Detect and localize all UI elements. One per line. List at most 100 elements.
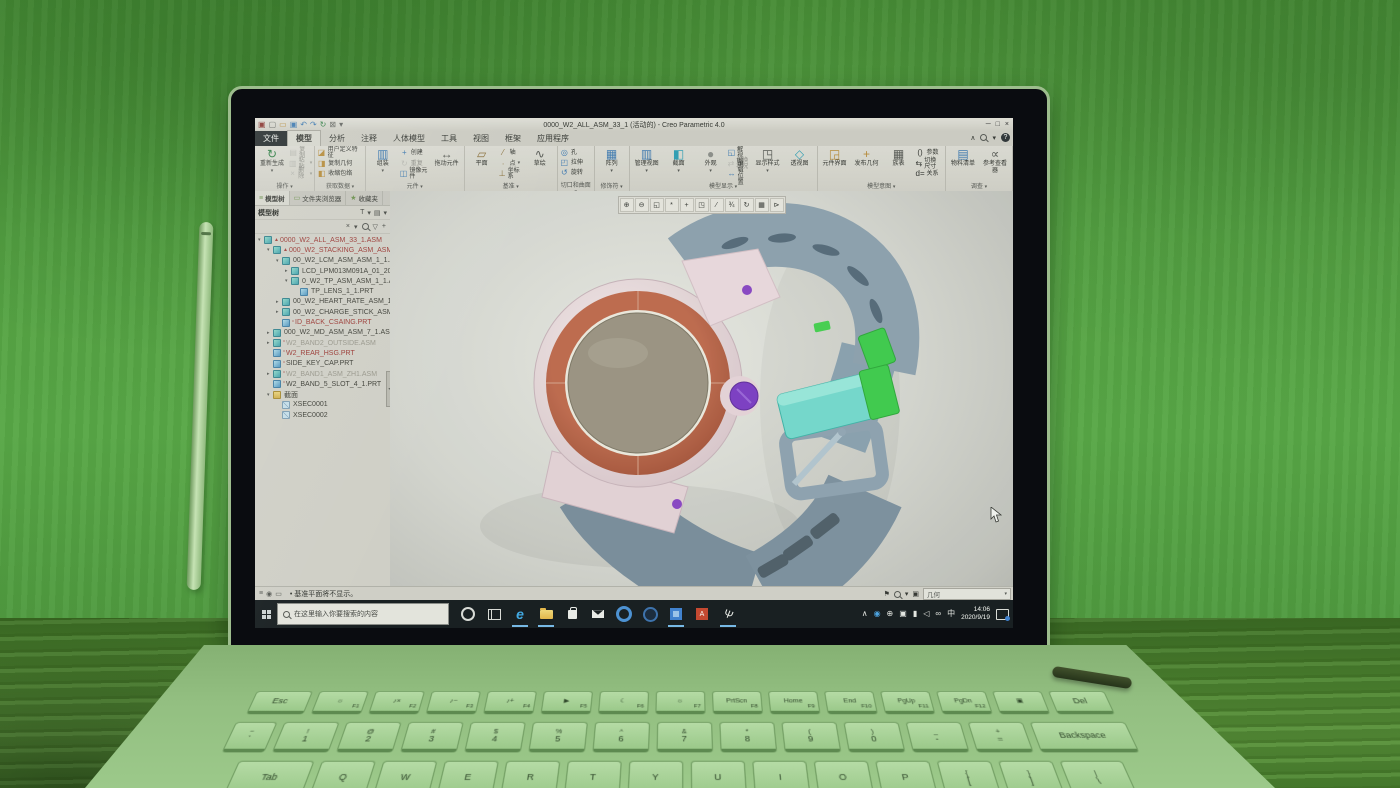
browser-blue-icon[interactable] <box>611 600 637 628</box>
annotation-display-icon[interactable]: ¾ <box>725 198 739 212</box>
ribbon-small-button[interactable]: d= 关系 <box>916 169 944 179</box>
graphics-viewport[interactable]: ⊕⊖◱*+◳⁄¾↻▦⊳ <box>390 191 1013 586</box>
ime-icon[interactable]: 中 <box>947 610 955 618</box>
command-search-icon[interactable] <box>980 134 987 141</box>
ribbon-small-button[interactable]: ◪ 用户定义特征 <box>317 148 363 158</box>
tree-row[interactable]: ▾ 00_W2_LCM_ASM_ASM_1_1.ASM <box>255 256 390 266</box>
file-explorer-icon[interactable] <box>533 600 559 628</box>
ribbon-small-button[interactable]: ▥ 粘贴 ▾ <box>289 159 312 169</box>
ribbon-small-button[interactable]: ◱ 分解视图 <box>728 148 751 158</box>
tree-row[interactable]: ▾ 截面 <box>255 389 390 399</box>
collapse-ribbon-icon[interactable]: ∧ <box>970 134 975 142</box>
ribbon-big-button[interactable]: ● 外观 ▾ <box>696 147 726 180</box>
restore-icon[interactable]: □ <box>996 121 1000 128</box>
ribbon-tab[interactable]: 框架 <box>497 131 529 146</box>
volume-icon[interactable]: ◁ <box>923 610 929 618</box>
ribbon-small-button[interactable]: ⊥ 坐标系 <box>499 169 523 179</box>
task-view-icon[interactable] <box>481 600 507 628</box>
ribbon-tab[interactable]: 视图 <box>465 131 497 146</box>
ribbon-small-button[interactable]: × 删除 ▾ <box>289 169 312 179</box>
tree-row[interactable]: ▸ LCD_LPM013M091A_01_201505 <box>255 266 390 276</box>
notification-center-icon[interactable] <box>996 609 1009 620</box>
expand-tree-icon[interactable]: + <box>382 223 386 230</box>
ribbon-small-button[interactable]: ◰ 拉伸 <box>560 158 585 168</box>
tree-options-icon[interactable]: T <box>360 209 364 216</box>
ribbon-big-button[interactable]: ▥ 管理视图 ▾ <box>632 147 662 180</box>
ribbon-group-label[interactable]: 获取数据 ▾ <box>317 180 363 191</box>
find-icon[interactable] <box>362 223 369 230</box>
dropdown-icon[interactable]: ▾ <box>354 223 358 231</box>
ribbon-tab[interactable]: 工具 <box>433 131 465 146</box>
console-toggle-icon[interactable]: ▭ <box>275 590 282 598</box>
browser-toggle-icon[interactable]: ◉ <box>266 590 272 598</box>
dropdown-icon[interactable]: ▾ <box>367 209 371 217</box>
tree-row[interactable]: TP_LENS_1_1.PRT <box>255 286 390 296</box>
store-icon[interactable] <box>559 600 585 628</box>
tree-row[interactable]: XSEC0002 <box>255 410 390 420</box>
ribbon-small-button[interactable]: ↔ 编辑位置 <box>728 169 751 179</box>
ribbon-big-button[interactable]: ◇ 透视图 <box>785 147 815 180</box>
dropdown-icon[interactable]: ▾ <box>905 590 909 598</box>
dropdown-icon[interactable]: ▾ <box>383 209 387 217</box>
clear-search-icon[interactable]: × <box>346 223 350 230</box>
ribbon-big-button[interactable]: ▦ 阵列 ▾ <box>597 147 627 180</box>
photos-app-icon[interactable] <box>663 600 689 628</box>
tree-row[interactable]: ▾ 0_W2_TP_ASM_ASM_1_1.ASM <box>255 276 390 286</box>
find-icon[interactable] <box>894 591 901 598</box>
tree-row[interactable]: ° SIDE_KEY_CAP.PRT <box>255 359 390 369</box>
tray-chevron-icon[interactable]: ∧ <box>862 610 868 618</box>
tree-row[interactable]: ° W2_REAR_HSG.PRT <box>255 348 390 358</box>
mail-icon[interactable] <box>585 600 611 628</box>
saved-orientations-icon[interactable]: ↻ <box>740 198 754 212</box>
browser-dark-icon[interactable] <box>637 600 663 628</box>
ribbon-big-button[interactable]: + 发布几何 <box>852 147 882 180</box>
ribbon-group-label[interactable]: 调查 ▾ <box>948 180 1010 191</box>
ribbon-small-button[interactable]: ◎ 孔 <box>560 148 585 158</box>
tree-row[interactable]: ° ID_BACK_CSAING.PRT <box>255 317 390 327</box>
ribbon-tab[interactable]: 文件 <box>255 131 287 146</box>
ribbon-small-button[interactable]: ⇆ 切换尺寸 <box>916 159 944 169</box>
tree-row[interactable]: ▾ ▲ 0000_W2_ALL_ASM_33_1.ASM <box>255 235 390 245</box>
tree-row[interactable]: ▸ 000_W2_MD_ASM_ASM_7_1.ASM <box>255 328 390 338</box>
spin-center-icon[interactable]: + <box>680 198 694 212</box>
ribbon-small-button[interactable]: + 创建 <box>400 148 430 158</box>
dropdown-icon[interactable]: ▾ <box>992 134 996 142</box>
ribbon-tab[interactable]: 注释 <box>353 131 385 146</box>
ribbon-big-button[interactable]: ◲ 元件界面 <box>820 147 850 180</box>
ribbon-group-label[interactable]: 元件 ▾ <box>368 180 462 191</box>
tree-row[interactable]: ° W2_BAND_5_SLOT_4_1.PRT <box>255 379 390 389</box>
ribbon-small-button[interactable]: ◧ 收缩包络 <box>317 169 363 179</box>
adobe-app-icon[interactable]: A <box>689 600 715 628</box>
taskbar-clock[interactable]: 14:06 2020/9/19 <box>961 606 990 622</box>
link-icon[interactable]: ∞ <box>935 610 941 618</box>
cortana-icon[interactable] <box>455 600 481 628</box>
ribbon-small-button[interactable]: ▤ 复制 <box>289 148 312 158</box>
ribbon-small-button[interactable]: ∙ 点 ▾ <box>499 159 523 169</box>
flag-icon[interactable]: ⚑ <box>884 590 890 598</box>
selection-filter[interactable]: 几何 ▾ <box>923 588 1011 600</box>
zoom-out-icon[interactable]: ⊖ <box>635 198 649 212</box>
network-icon[interactable]: ⊕ <box>887 610 894 618</box>
ribbon-big-button[interactable]: ◳ 显示样式 ▾ <box>753 147 783 180</box>
creo-app-icon[interactable]: Ψ <box>715 600 741 628</box>
tree-row[interactable]: ▸ ° W2_BAND2_OUTSIDE.ASM <box>255 338 390 348</box>
minimize-icon[interactable]: ─ <box>986 121 991 128</box>
ribbon-big-button[interactable]: ↻ 重新生成 ▾ <box>257 147 287 180</box>
navigator-tab[interactable]: ★ 收藏夹 <box>346 191 383 205</box>
tree-row[interactable]: XSEC0001 <box>255 400 390 410</box>
ribbon-group-label[interactable]: 基准 ▾ <box>467 180 555 191</box>
ribbon-small-button[interactable]: () 参数 <box>916 148 944 158</box>
ribbon-small-button[interactable]: ◫ 镜像元件 <box>400 169 430 179</box>
repaint-icon[interactable]: * <box>665 198 679 212</box>
close-icon[interactable]: × <box>1005 121 1009 128</box>
ribbon-tab[interactable]: 模型 <box>287 130 321 146</box>
tree-row[interactable]: ▾ ▲ 000_W2_STACKING_ASM_ASM_8_1.A <box>255 245 390 255</box>
ribbon-small-button[interactable]: ↻ 重复 <box>400 159 430 169</box>
onedrive-icon[interactable]: ◉ <box>874 610 881 618</box>
ribbon-big-button[interactable]: ◧ 截面 ▾ <box>664 147 694 180</box>
datum-display-icon[interactable]: ⁄ <box>710 198 724 212</box>
display-icon[interactable]: ▣ <box>899 610 907 618</box>
ribbon-big-button[interactable]: ▤ 物料清单 <box>948 147 978 180</box>
ribbon-big-button[interactable]: ↔ 拖动元件 <box>432 147 462 180</box>
view-manager-icon[interactable]: ▦ <box>755 198 769 212</box>
